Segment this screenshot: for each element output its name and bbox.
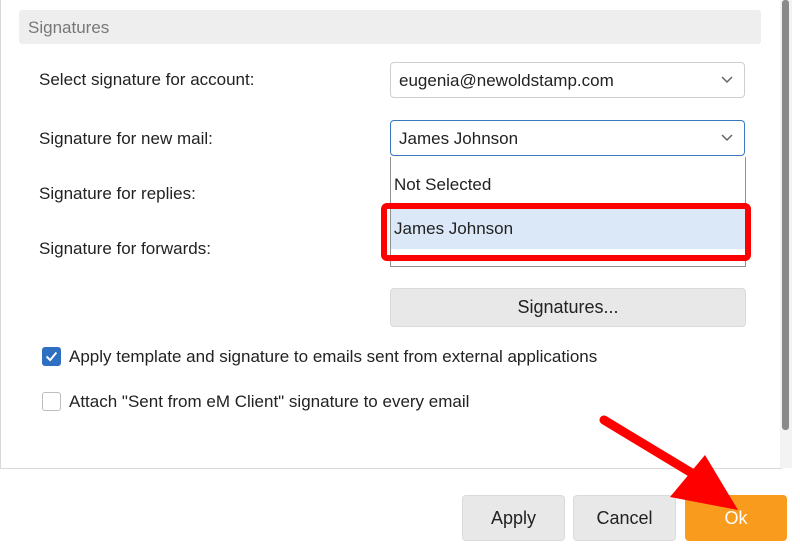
- signatures-button[interactable]: Signatures...: [390, 288, 746, 327]
- cancel-button[interactable]: Cancel: [573, 495, 676, 541]
- scrollbar-thumb[interactable]: [782, 0, 789, 430]
- ok-button[interactable]: Ok: [685, 495, 787, 541]
- attach-sent-from-label: Attach "Sent from eM Client" signature t…: [69, 392, 470, 411]
- account-label: Select signature for account:: [39, 70, 255, 89]
- account-select[interactable]: eugenia@newoldstamp.com: [390, 62, 745, 98]
- chevron-down-icon: [721, 134, 733, 142]
- apply-button[interactable]: Apply: [462, 495, 565, 541]
- section-title: Signatures: [28, 18, 110, 37]
- replies-label: Signature for replies:: [39, 184, 196, 203]
- account-select-value: eugenia@newoldstamp.com: [399, 71, 614, 90]
- settings-panel: Signatures Select signature for account:…: [0, 0, 782, 469]
- chevron-down-icon: [721, 76, 733, 84]
- new-mail-select[interactable]: James Johnson: [390, 120, 745, 156]
- highlight-box: [381, 203, 751, 261]
- scrollbar[interactable]: [780, 0, 792, 468]
- apply-template-checkbox[interactable]: [42, 347, 61, 366]
- new-mail-select-value: James Johnson: [399, 129, 519, 148]
- checkmark-icon: [45, 351, 58, 362]
- forwards-label: Signature for forwards:: [39, 239, 211, 258]
- dropdown-option-not-selected[interactable]: Not Selected: [394, 175, 491, 195]
- apply-template-label: Apply template and signature to emails s…: [69, 347, 598, 366]
- new-mail-label: Signature for new mail:: [39, 129, 213, 148]
- section-header: Signatures: [19, 10, 761, 44]
- attach-sent-from-checkbox[interactable]: [42, 392, 61, 411]
